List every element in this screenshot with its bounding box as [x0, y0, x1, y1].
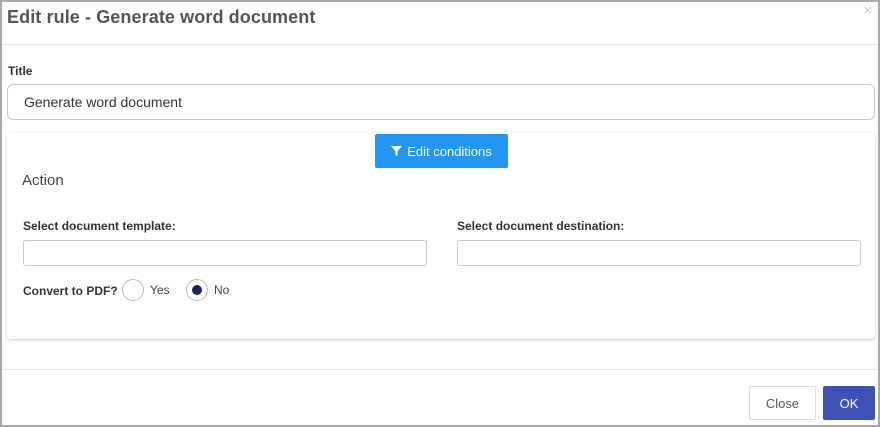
footer-divider — [2, 369, 878, 370]
radio-yes-label: Yes — [150, 283, 170, 297]
convert-to-pdf-label: Convert to PDF? — [23, 284, 118, 298]
filter-icon — [391, 145, 403, 156]
template-label: Select document template: — [23, 219, 176, 233]
close-button[interactable]: Close — [749, 386, 816, 420]
close-icon[interactable]: × — [863, 3, 872, 19]
title-label: Title — [8, 64, 33, 78]
dialog-title: Edit rule - Generate word document — [7, 7, 316, 27]
action-heading: Action — [22, 172, 64, 189]
radio-no[interactable] — [186, 279, 208, 301]
action-card: Edit conditions Action Select document t… — [7, 133, 875, 339]
dialog-header: Edit rule - Generate word document × — [2, 2, 878, 45]
edit-conditions-label: Edit conditions — [407, 143, 492, 159]
radio-selected-dot — [192, 285, 202, 295]
destination-label: Select document destination: — [457, 219, 625, 233]
destination-input[interactable] — [457, 240, 861, 266]
template-input[interactable] — [23, 240, 427, 266]
title-input[interactable] — [7, 84, 875, 120]
radio-no-label: No — [214, 283, 230, 297]
ok-button[interactable]: OK — [823, 386, 875, 420]
edit-conditions-button[interactable]: Edit conditions — [375, 134, 508, 168]
edit-rule-dialog: Edit rule - Generate word document × Tit… — [0, 0, 880, 427]
radio-yes[interactable] — [122, 279, 144, 301]
